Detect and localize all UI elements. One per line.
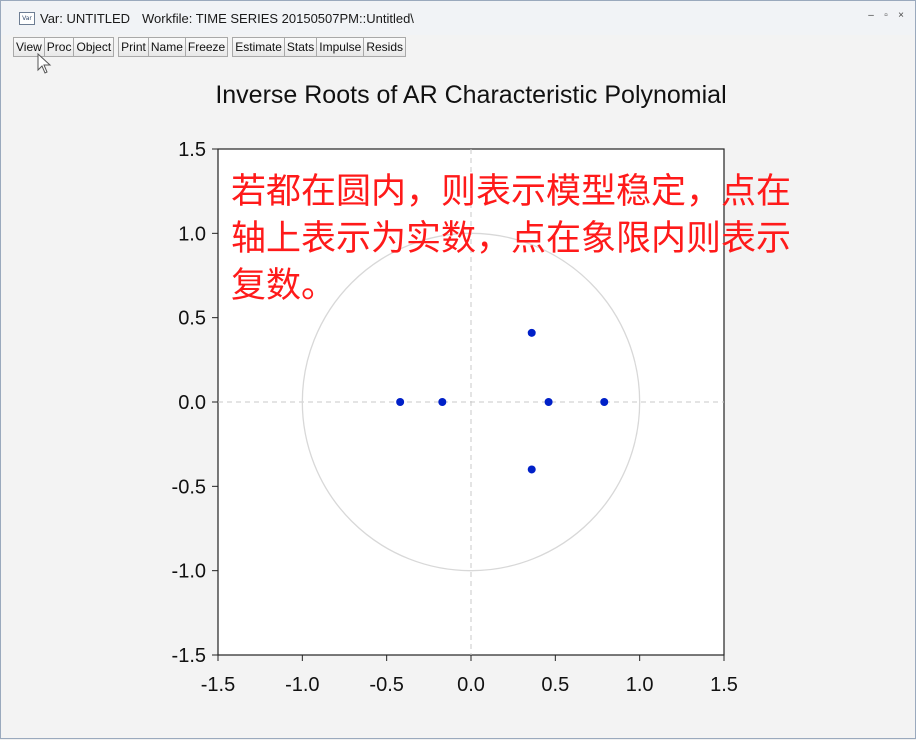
- y-tick-label: -1.0: [172, 561, 206, 583]
- y-tick-label: 0.5: [178, 308, 206, 330]
- roots-plot: 1.5 1.0 0.5 0.0 -0.5 -1.0 -1.5 -1.5 -1.0 -0.5 0.0 0…: [172, 139, 738, 696]
- var-window: Var Var: UNTITLED Workfile: TIME SERIES …: [0, 0, 916, 739]
- x-tick-label: -1.0: [285, 674, 319, 696]
- y-tick-label: 1.0: [178, 223, 206, 245]
- y-tick-label: 0.0: [178, 392, 206, 414]
- x-tick-label: -0.5: [369, 674, 403, 696]
- x-tick-label: 1.0: [626, 674, 654, 696]
- x-tick-label: 0.5: [541, 674, 569, 696]
- y-tick-label: -0.5: [172, 476, 206, 498]
- root-point: [438, 398, 447, 406]
- root-point: [544, 398, 553, 406]
- y-tick-label: 1.5: [178, 139, 206, 161]
- root-point: [527, 328, 536, 337]
- y-tick-label: -1.5: [172, 645, 206, 667]
- x-tick-label: -1.5: [201, 674, 235, 696]
- annotation-text: 若都在圆内，则表示模型稳定，点在轴上表示为实数，点在象限内则表示复数。: [231, 172, 792, 306]
- x-tick-label: 0.0: [457, 674, 485, 696]
- x-tick-label: 1.5: [710, 674, 738, 696]
- root-point: [527, 465, 536, 474]
- root-point: [600, 398, 609, 406]
- root-point: [396, 398, 405, 406]
